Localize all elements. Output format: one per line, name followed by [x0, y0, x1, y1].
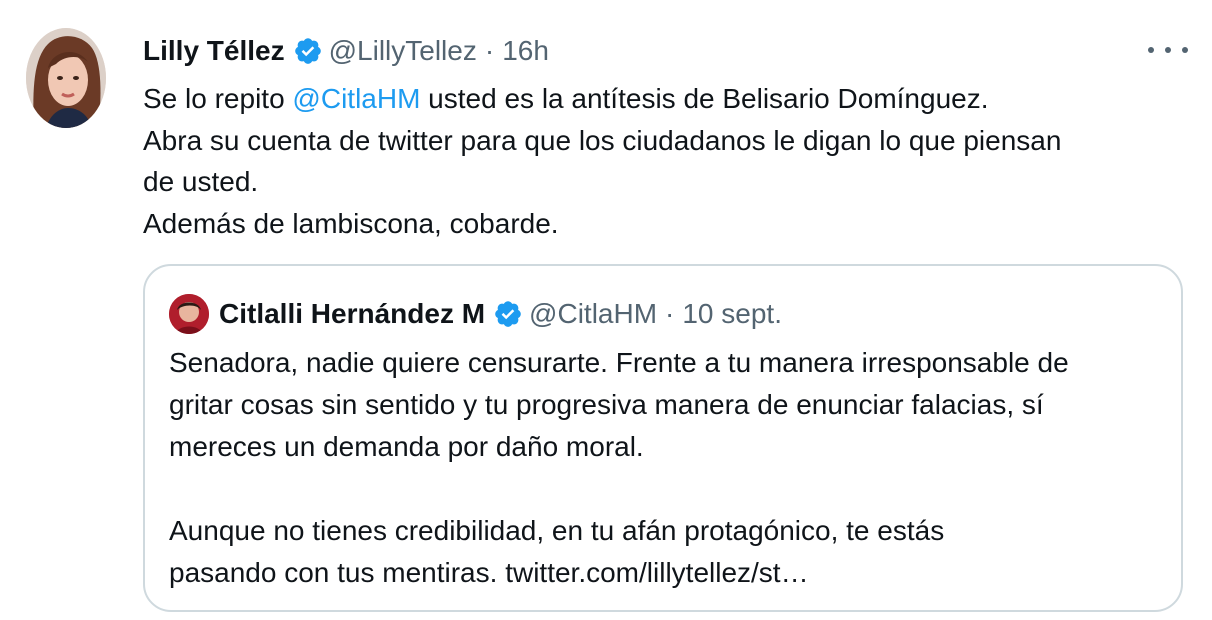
quoted-author-name[interactable]: Citlalli Hernández M — [219, 298, 485, 330]
tweet-text-line: Abra su cuenta de twitter para que los c… — [143, 124, 1062, 156]
tweet[interactable]: Lilly Téllez @LillyTellez · 16h Se lo re… — [0, 0, 1212, 620]
avatar-image — [26, 28, 106, 128]
author-avatar[interactable] — [26, 28, 106, 128]
tweet-text-segment: Se lo repito — [143, 83, 293, 114]
quoted-tweet[interactable]: Citlalli Hernández M @CitlaHM · 10 sept.… — [143, 264, 1183, 612]
quoted-header-separator: · — [665, 298, 675, 329]
tweet-text-line: Además de lambiscona, cobarde. — [143, 207, 559, 239]
quoted-text-line: pasando con tus mentiras. twitter.com/li… — [169, 557, 809, 588]
quoted-tweet-header: Citlalli Hernández M @CitlaHM · 10 sept. — [169, 292, 782, 336]
quoted-text-line: mereces un demanda por daño moral. — [169, 431, 644, 462]
tweet-text-line: de usted. — [143, 166, 259, 197]
verified-badge-icon — [293, 36, 323, 66]
header-separator: · — [484, 35, 495, 66]
quoted-text-line: Aunque no tienes credibilidad, en tu afá… — [169, 515, 945, 546]
quoted-tweet-time[interactable]: 10 sept. — [682, 298, 782, 330]
tweet-text-segment: usted es la antítesis de Belisario Domín… — [420, 83, 989, 114]
tweet-header: Lilly Téllez @LillyTellez · 16h — [143, 28, 549, 74]
quoted-text-line: Senadora, nadie quiere censurarte. Frent… — [169, 347, 1069, 378]
quoted-text-blank-line — [169, 468, 1169, 510]
author-name[interactable]: Lilly Téllez — [143, 35, 285, 67]
author-handle[interactable]: @LillyTellez — [329, 35, 477, 67]
quoted-text-line: gritar cosas sin sentido y tu progresiva… — [169, 389, 1044, 420]
quoted-author-avatar[interactable] — [169, 294, 209, 334]
tweet-text-line: Se lo repito @CitlaHM usted es la antíte… — [143, 78, 1183, 120]
tweet-time[interactable]: 16h — [502, 35, 549, 67]
more-horizontal-icon[interactable] — [1148, 40, 1188, 60]
quoted-avatar-image — [169, 294, 209, 334]
mention-link[interactable]: @CitlaHM — [292, 83, 420, 114]
quoted-author-handle[interactable]: @CitlaHM — [529, 298, 657, 330]
verified-badge-icon — [493, 299, 523, 329]
quoted-tweet-text: Senadora, nadie quiere censurarte. Frent… — [169, 342, 1169, 594]
tweet-text: Se lo repito @CitlaHM usted es la antíte… — [143, 78, 1183, 244]
